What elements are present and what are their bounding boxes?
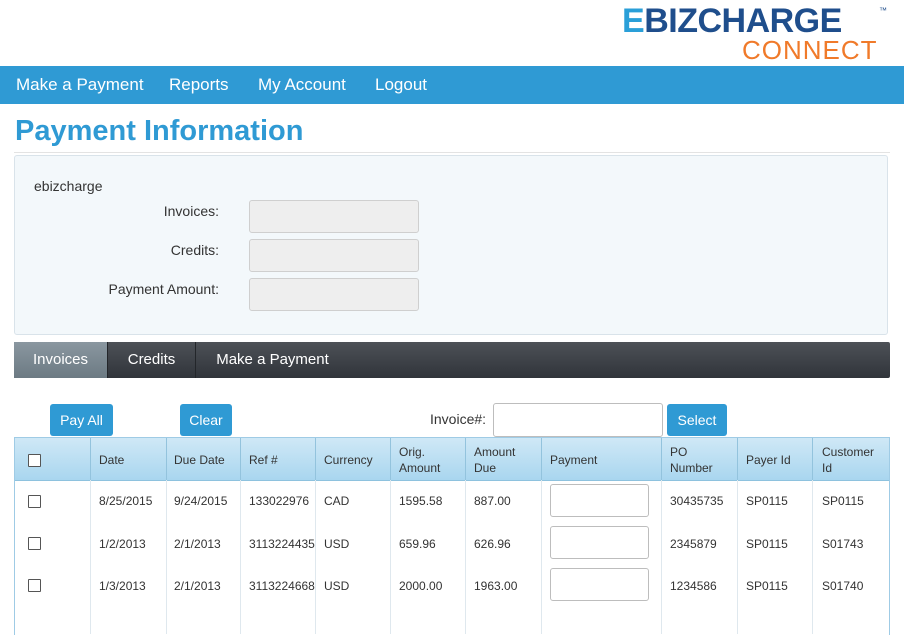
header-customer-line1: Customer (822, 445, 875, 459)
cell-ref: 133022976 (249, 494, 310, 508)
header-amount-due-line2: Due (474, 461, 497, 475)
tab-invoices[interactable]: Invoices (14, 342, 107, 378)
cell-amount-due: 1963.00 (474, 579, 518, 593)
header-divider (390, 438, 391, 480)
cell-payer-id: SP0115 (746, 494, 788, 508)
logo-trademark: ™ (879, 6, 887, 15)
header-divider (166, 438, 167, 480)
cell-date: 1/3/2013 (99, 579, 146, 593)
select-button[interactable]: Select (667, 404, 727, 436)
invoices-total-field (249, 200, 419, 233)
header-divider (240, 438, 241, 480)
nav-make-a-payment[interactable]: Make a Payment (16, 66, 144, 104)
invoices-label: Invoices: (163, 203, 219, 219)
cell-ref: 3113224668 (249, 579, 315, 593)
cell-amount-due: 626.96 (474, 537, 511, 551)
nav-reports[interactable]: Reports (169, 66, 229, 104)
header-po-number[interactable]: PO Number (670, 444, 713, 476)
header-divider (737, 438, 738, 480)
cell-orig-amount: 1595.58 (399, 494, 443, 508)
cell-orig-amount: 2000.00 (399, 579, 443, 593)
header-orig-amount[interactable]: Orig. Amount (399, 444, 440, 476)
header-divider (661, 438, 662, 480)
payment-input[interactable] (550, 568, 649, 601)
logo-connect-text: CONNECT (742, 35, 878, 65)
header-divider (90, 438, 91, 480)
tab-credits[interactable]: Credits (108, 342, 195, 378)
header-po-line2: Number (670, 461, 713, 475)
header-ref[interactable]: Ref # (249, 452, 278, 468)
header-divider (315, 438, 316, 480)
header-payment[interactable]: Payment (550, 452, 597, 468)
header-customer-line2: Id (822, 461, 833, 475)
cell-po-number: 2345879 (670, 537, 717, 551)
cell-date: 1/2/2013 (99, 537, 146, 551)
payment-amount-label: Payment Amount: (108, 281, 219, 297)
pay-all-button[interactable]: Pay All (50, 404, 113, 436)
cell-currency: CAD (324, 494, 350, 508)
tab-bar: Invoices Credits Make a Payment (14, 342, 890, 378)
cell-amount-due: 887.00 (474, 494, 511, 508)
cell-due-date: 2/1/2013 (174, 537, 221, 551)
cell-customer-id: SP0115 (822, 494, 864, 508)
invoice-number-input[interactable] (493, 403, 663, 437)
credits-total-field (249, 239, 419, 272)
cell-orig-amount: 659.96 (399, 537, 436, 551)
select-all-checkbox[interactable] (28, 454, 41, 467)
nav-my-account[interactable]: My Account (258, 66, 346, 104)
header-payer-id[interactable]: Payer Id (746, 452, 791, 468)
header-date[interactable]: Date (99, 452, 124, 468)
header-currency[interactable]: Currency (324, 452, 373, 468)
header-po-line1: PO (670, 445, 688, 459)
cell-po-number: 1234586 (670, 579, 717, 593)
bizcharge-connect-logo: EBIZCHARGE ™ CONNECT (622, 2, 892, 64)
cell-payer-id: SP0115 (746, 579, 788, 593)
row-checkbox[interactable] (28, 537, 41, 550)
page-title: Payment Information (15, 115, 304, 147)
invoice-number-label: Invoice#: (430, 411, 487, 427)
invoices-table: Date Due Date Ref # Currency Orig. Amount… (14, 437, 890, 635)
cell-customer-id: S01743 (822, 537, 864, 551)
header-amount-due-line1: Amount (474, 445, 516, 459)
header-divider (812, 438, 813, 480)
cell-customer-id: S01740 (822, 579, 864, 593)
header-divider (465, 438, 466, 480)
main-navbar: Make a Payment Reports My Account Logout (0, 66, 904, 104)
title-divider (14, 152, 890, 153)
payment-amount-field (249, 278, 419, 311)
tab-make-a-payment[interactable]: Make a Payment (196, 342, 349, 378)
cell-date: 8/25/2015 (99, 494, 153, 508)
header-customer-id[interactable]: Customer Id (822, 444, 874, 476)
company-name: ebizcharge (34, 178, 103, 194)
row-checkbox[interactable] (28, 495, 41, 508)
credits-label: Credits: (170, 242, 219, 258)
header-orig-amount-line2: Amount (399, 461, 441, 475)
header-due-date[interactable]: Due Date (174, 452, 225, 468)
header-orig-amount-line1: Orig. (399, 445, 426, 459)
cell-po-number: 30435735 (670, 494, 724, 508)
cell-due-date: 2/1/2013 (174, 579, 221, 593)
logo-e-mark: E (622, 2, 645, 40)
cell-payer-id: SP0115 (746, 537, 788, 551)
payment-input[interactable] (550, 484, 649, 517)
cell-currency: USD (324, 579, 350, 593)
cell-ref: 3113224435 (249, 537, 315, 551)
cell-currency: USD (324, 537, 350, 551)
cell-due-date: 9/24/2015 (174, 494, 228, 508)
header-divider (541, 438, 542, 480)
clear-button[interactable]: Clear (180, 404, 232, 436)
nav-logout[interactable]: Logout (375, 66, 427, 104)
payment-input[interactable] (550, 526, 649, 559)
header-amount-due[interactable]: Amount Due (474, 444, 515, 476)
row-checkbox[interactable] (28, 579, 41, 592)
